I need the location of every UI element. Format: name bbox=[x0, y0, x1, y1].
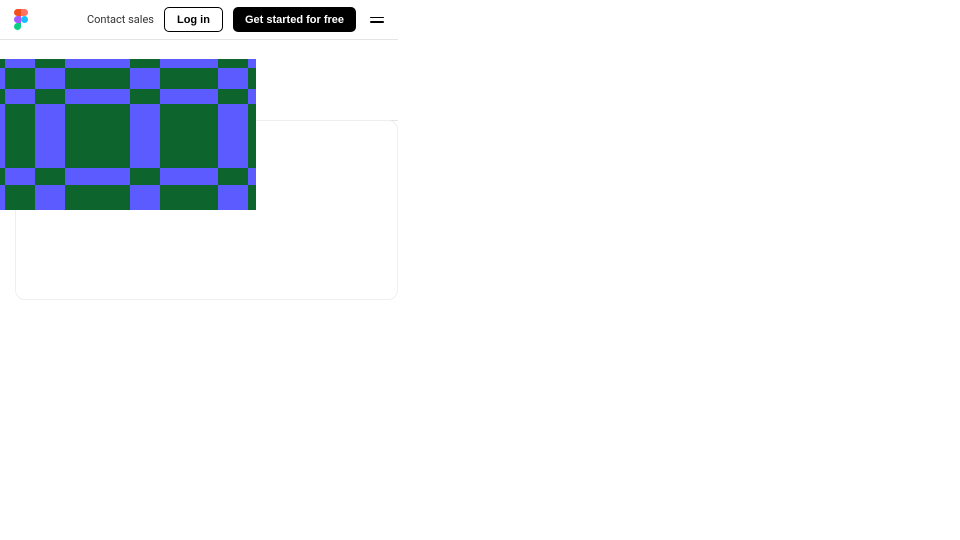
get-started-button[interactable]: Get started for free bbox=[233, 7, 356, 32]
header-nav: Contact sales Log in Get started for fre… bbox=[87, 7, 384, 32]
menu-icon[interactable] bbox=[370, 13, 384, 27]
site-header: Contact sales Log in Get started for fre… bbox=[0, 0, 398, 40]
contact-sales-link[interactable]: Contact sales bbox=[87, 13, 154, 26]
login-button[interactable]: Log in bbox=[164, 7, 223, 32]
figma-logo[interactable] bbox=[14, 9, 28, 30]
plaid-pattern-image bbox=[0, 59, 256, 210]
